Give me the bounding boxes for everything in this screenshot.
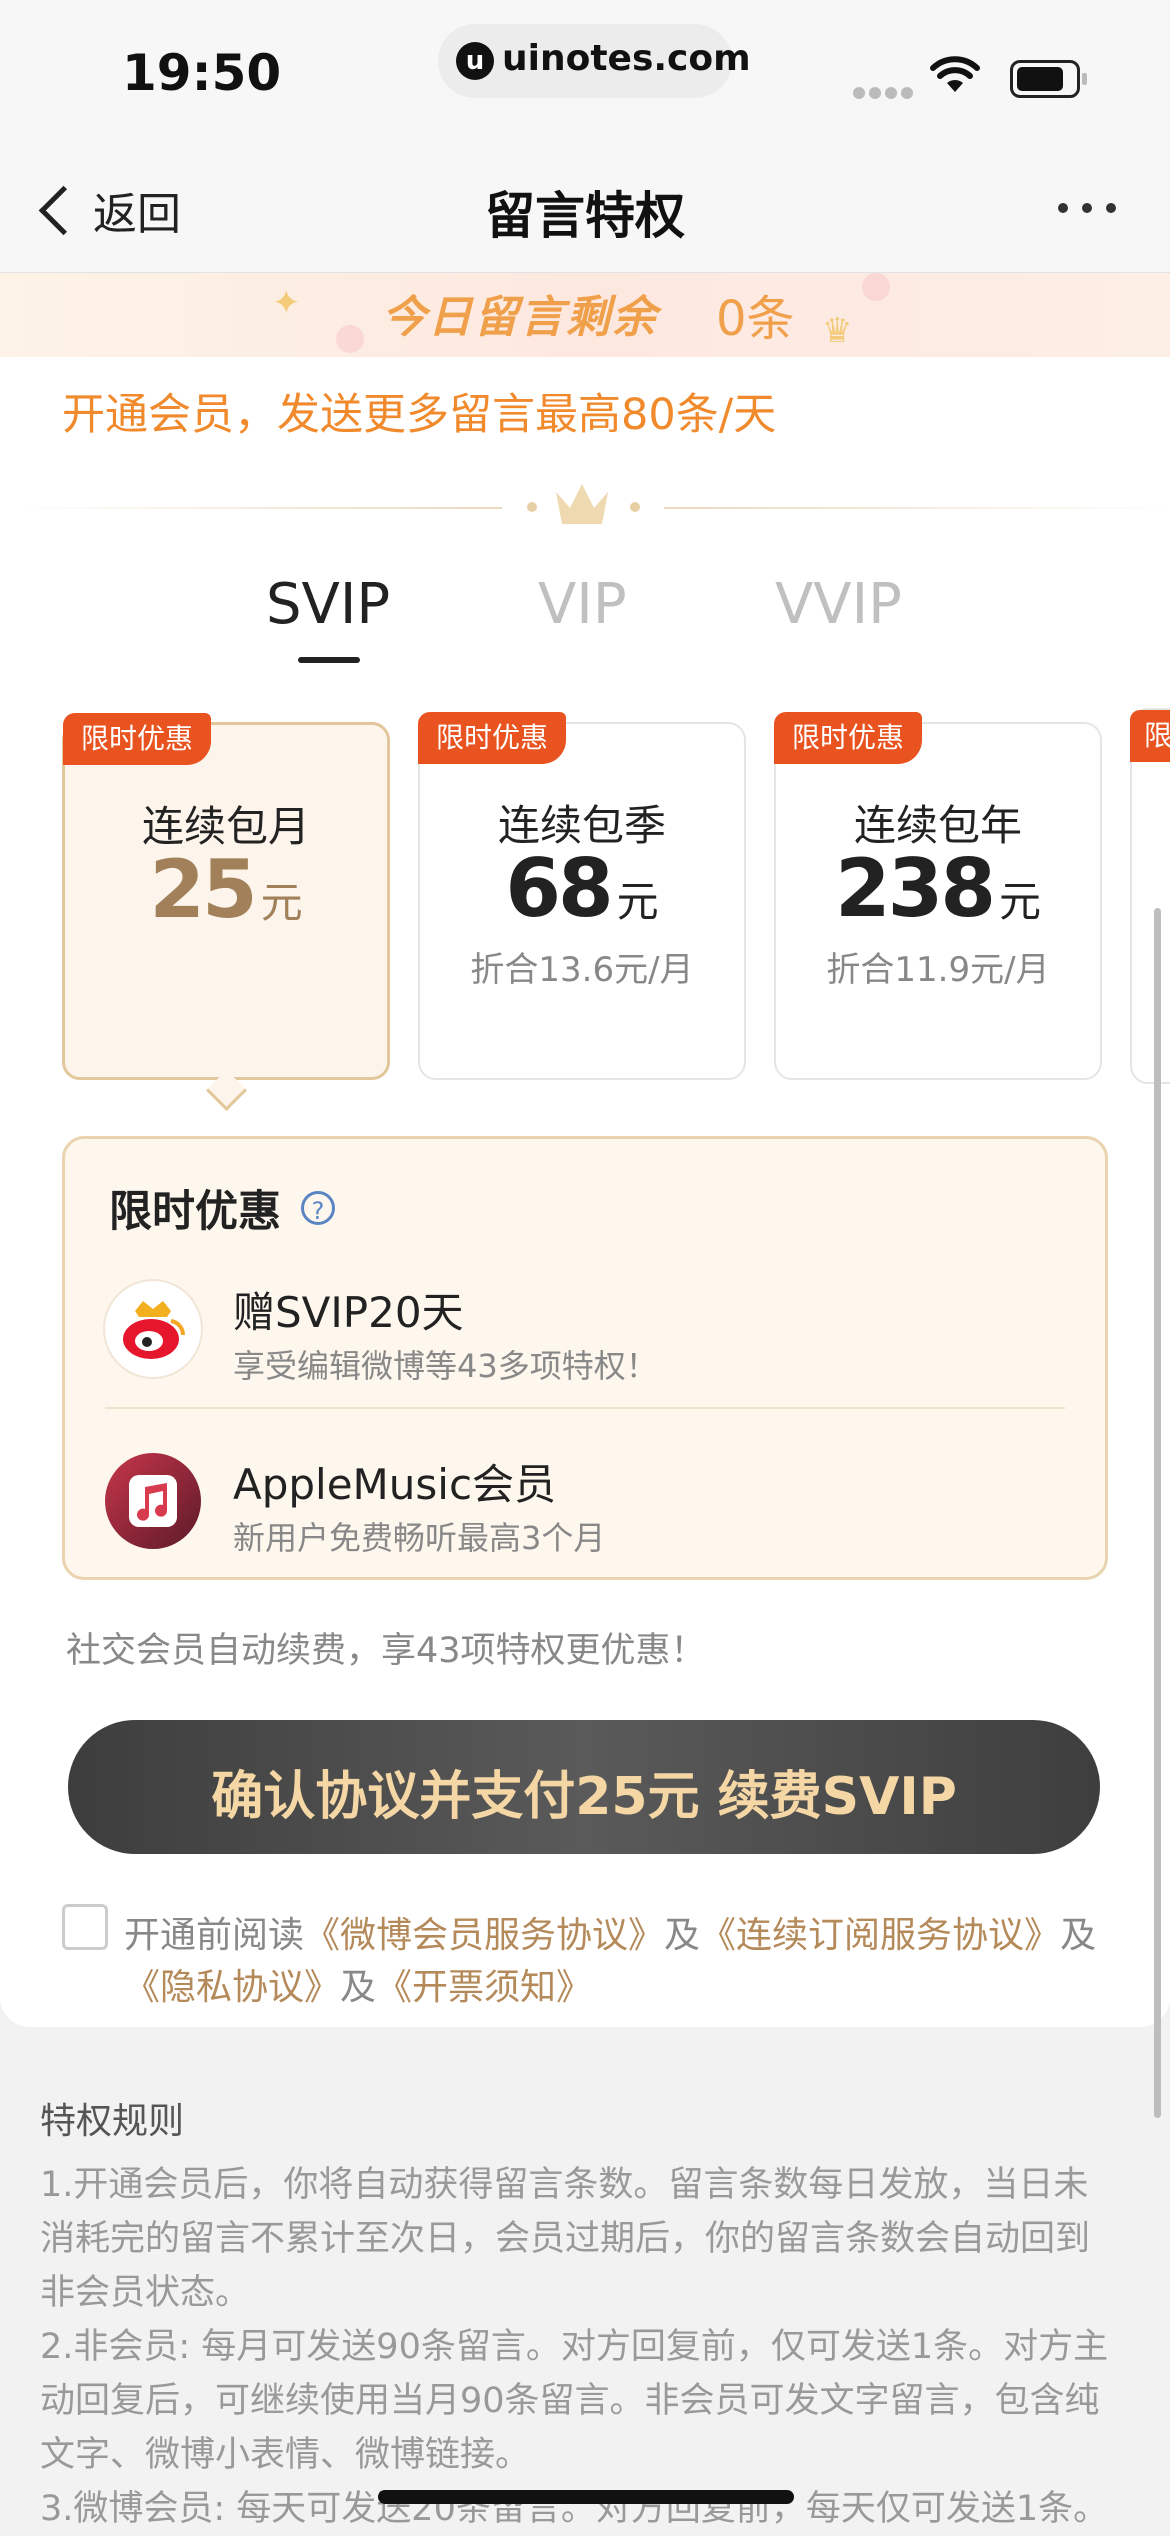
offer-item-title: 赠SVIP20天 — [233, 1288, 464, 1337]
banner-label: 今日留言剩余 — [382, 292, 658, 343]
divider-dot — [630, 502, 640, 512]
plan-price-unit: 元 — [616, 877, 659, 926]
plan-card-partial[interactable]: 限 — [1130, 708, 1170, 1084]
battery-icon — [1010, 60, 1087, 98]
offer-title: 限时优惠 — [109, 1187, 281, 1237]
help-icon[interactable]: ? — [301, 1191, 335, 1225]
agreement-checkbox[interactable] — [62, 1904, 108, 1950]
divider-dot — [527, 502, 537, 512]
url-text: uinotes.com — [502, 38, 751, 79]
tab-vvip[interactable]: VVIP — [775, 572, 902, 637]
divider — [664, 507, 1170, 509]
pay-button-label: 确认协议并支付25元 续费SVIP — [211, 1767, 957, 1827]
divider — [105, 1407, 1065, 1409]
agreement-text: 开通前阅读《微博会员服务协议》及《连续订阅服务协议》及 — [124, 1906, 1096, 1958]
status-time: 19:50 — [122, 44, 282, 102]
plan-card-monthly[interactable]: 限时优惠 连续包月 25 元 — [62, 713, 390, 1080]
plan-per-month: 折合13.6元/月 — [470, 950, 694, 990]
heart-decoration — [336, 325, 364, 353]
agreement-and: 及 — [340, 1967, 377, 2008]
rule-line: 非会员状态。 — [40, 2273, 251, 2313]
rule-line: 动回复后，可继续使用当月90条留言。非会员可发文字留言，包含纯 — [40, 2381, 1100, 2421]
plan-price: 25 元 — [65, 843, 387, 936]
wifi-icon — [930, 56, 980, 92]
divider — [16, 507, 502, 509]
limited-offer-box: 限时优惠 ? 赠SVIP20天 享受编辑微博等43多项特权！ AppleMusi… — [62, 1136, 1108, 1580]
offer-item-apple-music: AppleMusic会员 新用户免费畅听最高3个月 — [105, 1445, 1075, 1565]
rule-line: 1.开通会员后，你将自动获得留言条数。留言条数每日发放，当日未 — [40, 2165, 1089, 2205]
plan-price-value: 25 — [149, 843, 257, 936]
plan-price-value: 238 — [834, 842, 996, 935]
plan-price-unit: 元 — [998, 877, 1041, 926]
rules-title: 特权规则 — [40, 2101, 185, 2142]
scrollbar[interactable] — [1154, 908, 1161, 2118]
agreement-and: 及 — [1060, 1915, 1097, 1956]
weibo-membership-agreement-link[interactable]: 《微博会员服务协议》 — [304, 1915, 664, 1956]
offer-item-svip: 赠SVIP20天 享受编辑微博等43多项特权！ — [105, 1273, 1075, 1393]
plan-card-quarterly[interactable]: 限时优惠 连续包季 68 元 折合13.6元/月 — [418, 712, 746, 1080]
crown-icon — [556, 484, 608, 524]
tab-vip[interactable]: VIP — [538, 572, 627, 637]
confirm-pay-button[interactable]: 确认协议并支付25元 续费SVIP — [68, 1720, 1100, 1854]
banner-count: 0条 — [716, 291, 795, 347]
agreement-prefix: 开通前阅读 — [124, 1915, 305, 1956]
offer-item-subtitle: 享受编辑微博等43多项特权！ — [233, 1347, 658, 1385]
rule-line: 文字、微博小表情、微博链接。 — [40, 2435, 531, 2475]
active-tab-indicator — [298, 657, 360, 663]
privacy-agreement-link[interactable]: 《隐私协议》 — [124, 1967, 340, 2008]
agreement-and: 及 — [664, 1915, 701, 1956]
apple-music-icon — [105, 1453, 201, 1549]
plan-price-unit: 元 — [260, 878, 303, 927]
weibo-svip-icon — [105, 1281, 201, 1377]
more-options-icon[interactable] — [1058, 198, 1130, 218]
sparkle-icon: ✦ — [272, 283, 301, 323]
rule-line: 消耗完的留言不累计至次日，会员过期后，你的留言条数会自动回到 — [40, 2219, 1091, 2259]
remaining-messages-banner: ✦ ♛ 今日留言剩余 0条 — [0, 273, 1170, 357]
plan-price: 68 元 — [420, 842, 744, 935]
plan-badge: 限时优惠 — [63, 713, 212, 765]
offer-item-title: AppleMusic会员 — [233, 1460, 557, 1509]
page-title: 留言特权 — [485, 187, 685, 245]
cellular-signal-icon — [853, 84, 917, 103]
offer-item-subtitle: 新用户免费畅听最高3个月 — [233, 1519, 606, 1557]
plan-badge: 限 — [1130, 710, 1170, 762]
navigation-bar: 返回 留言特权 — [0, 140, 1170, 273]
auto-renew-note: 社交会员自动续费，享43项特权更优惠！ — [66, 1631, 706, 1671]
agreement-text: 《隐私协议》及《开票须知》 — [124, 1958, 592, 2010]
site-logo-icon: u — [456, 42, 494, 80]
plan-price-value: 68 — [505, 842, 613, 935]
plan-badge: 限时优惠 — [418, 712, 567, 764]
subscription-agreement-link[interactable]: 《连续订阅服务协议》 — [700, 1915, 1060, 1956]
plan-per-month: 折合11.9元/月 — [826, 950, 1050, 990]
home-indicator[interactable] — [378, 2490, 794, 2504]
heart-decoration — [862, 273, 890, 301]
rule-line: 2.非会员: 每月可发送90条留言。对方回复前，仅可发送1条。对方主 — [40, 2327, 1109, 2367]
url-pill[interactable]: u uinotes.com — [438, 24, 751, 98]
tab-svip[interactable]: SVIP — [266, 572, 390, 637]
plan-price: 238 元 — [776, 842, 1100, 935]
crown-decoration-icon: ♛ — [822, 311, 853, 351]
plan-card-yearly[interactable]: 限时优惠 连续包年 238 元 折合11.9元/月 — [774, 712, 1102, 1080]
promo-text: 开通会员，发送更多留言最高80条/天 — [62, 390, 777, 440]
plan-badge: 限时优惠 — [774, 712, 923, 764]
invoice-notice-link[interactable]: 《开票须知》 — [376, 1967, 592, 2008]
